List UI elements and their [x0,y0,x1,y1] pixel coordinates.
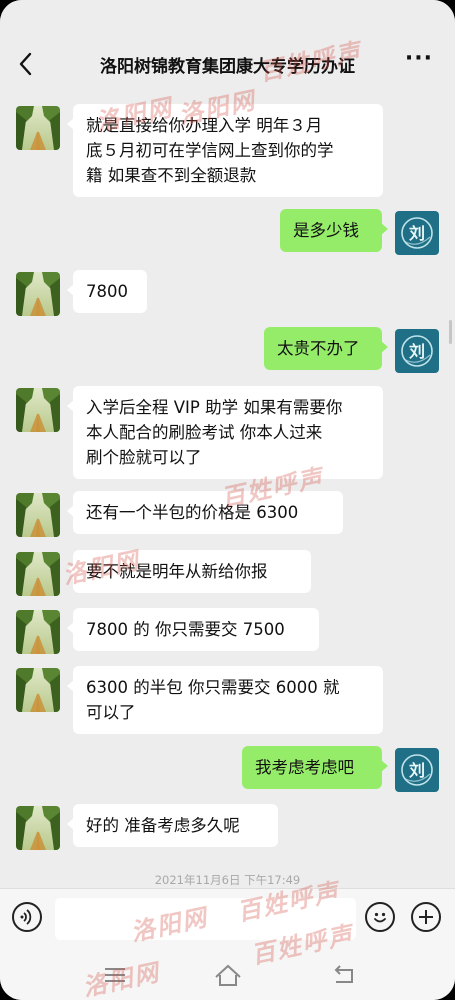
plus-icon [419,910,433,924]
message-text-line: 本人配合的刷脸考试 你本人过来 [86,423,323,442]
received-message-bubble[interactable]: 还有一个半包的价格是 6300 [67,491,343,534]
message-text-line: 籍 如果查不到全额退款 [86,166,257,185]
received-message-bubble[interactable]: 好的 准备考虑多久呢 [67,804,278,847]
chat-screen: 洛阳树锦教育集团康大专学历办证 ··· 就是直接给你办理入学 明年３月 底５月初可… [0,0,455,1000]
back-nav-icon[interactable] [324,960,364,990]
voice-icon [20,909,32,925]
emoji-icon [374,912,386,923]
chat-title: 洛阳树锦教育集团康大专学历办证 [100,57,355,77]
sent-message-bubble[interactable]: 是多少钱 [280,209,388,252]
svg-text:刘: 刘 [409,761,425,780]
received-message-bubble[interactable]: 7800 [67,270,147,313]
input-bar [0,888,455,951]
self-avatar[interactable]: 刘 [395,329,439,373]
received-message-bubble[interactable]: 要不就是明年从新给你报 [67,550,311,593]
message-text-line: 就是直接给你办理入学 明年３月 [86,116,323,135]
more-actions-button[interactable] [411,902,441,932]
message-text-line: 还有一个半包的价格是 6300 [86,503,299,522]
message-text-line: 是多少钱 [293,221,359,240]
svg-text:刘: 刘 [409,342,425,361]
scrollbar-thumb[interactable] [449,320,452,344]
contact-avatar[interactable] [16,610,60,654]
message-text-line: 太贵不办了 [277,339,360,358]
self-avatar[interactable]: 刘 [395,211,439,255]
emoji-button[interactable] [365,902,395,932]
contact-avatar[interactable] [16,668,60,712]
contact-avatar[interactable] [16,388,60,432]
sent-message-bubble[interactable]: 太贵不办了 [264,327,388,370]
sent-message-bubble[interactable]: 我考虑考虑吧 [242,746,388,789]
self-avatar[interactable]: 刘 [395,748,439,792]
received-message-bubble[interactable]: 6300 的半包 你只需要交 6000 就可以了 [67,666,383,734]
home-icon[interactable] [208,960,248,990]
chat-header: 洛阳树锦教育集团康大专学历办证 ··· [0,0,455,100]
message-text-line: 底５月初可在学信网上查到你的学 [86,141,334,160]
message-input[interactable] [55,898,356,940]
more-options-icon[interactable]: ··· [405,46,433,71]
back-arrow-icon[interactable] [14,50,38,78]
message-text-line: 刷个脸就可以了 [86,448,202,467]
message-text-line: 要不就是明年从新给你报 [86,562,268,581]
svg-text:刘: 刘 [409,224,425,243]
message-text-line: 6300 的半包 你只需要交 6000 就 [86,678,340,697]
contact-avatar[interactable] [16,552,60,596]
message-text-line: 入学后全程 VIP 助学 如果有需要你 [86,398,343,417]
system-nav-bar [0,950,455,1000]
contact-avatar[interactable] [16,272,60,316]
received-message-bubble[interactable]: 入学后全程 VIP 助学 如果有需要你 本人配合的刷脸考试 你本人过来 刷个脸就可以… [67,386,383,479]
message-text-line: 7800 的 你只需要交 7500 [86,620,285,639]
voice-input-button[interactable] [12,902,42,932]
contact-avatar[interactable] [16,493,60,537]
contact-avatar[interactable] [16,106,60,150]
message-text-line: 7800 [86,282,128,301]
message-text-line: 可以了 [86,703,136,722]
menu-icon[interactable] [95,960,135,990]
message-text-line: 我考虑考虑吧 [255,758,354,777]
message-text-line: 好的 准备考虑多久呢 [86,816,240,835]
received-message-bubble[interactable]: 7800 的 你只需要交 7500 [67,608,319,651]
received-message-bubble[interactable]: 就是直接给你办理入学 明年３月 底５月初可在学信网上查到你的学籍 如果查不到全额退… [67,104,383,197]
contact-avatar[interactable] [16,806,60,850]
message-timestamp: 2021年11月6日 下午17:49 [154,873,301,887]
